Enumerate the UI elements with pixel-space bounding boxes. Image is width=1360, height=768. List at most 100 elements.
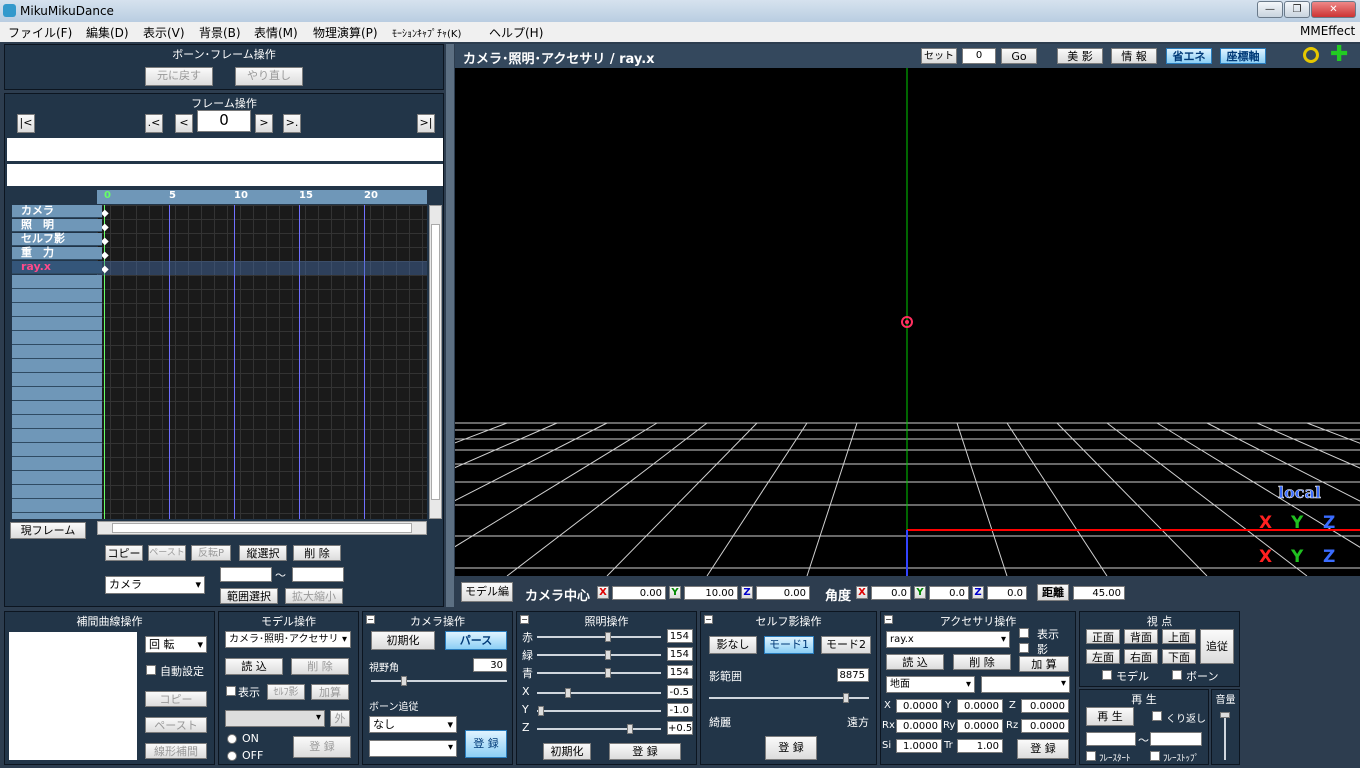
keyframe-markers[interactable]: ◆ ◆ ◆ ◆ ◆: [101, 207, 109, 277]
auto-set-checkbox[interactable]: [146, 665, 156, 675]
acc-rz-input[interactable]: 0.0000: [1021, 719, 1069, 733]
zoom-icon[interactable]: [1303, 47, 1319, 63]
light-x-slider-knob[interactable]: [565, 688, 571, 698]
light-x-slider[interactable]: [537, 688, 661, 698]
on-radio[interactable]: [227, 734, 237, 744]
vertical-scrollbar[interactable]: [429, 205, 442, 519]
vertical-select-button[interactable]: 縦選択: [239, 545, 287, 561]
model-register-button[interactable]: 登 録: [293, 736, 351, 758]
repeat-checkbox[interactable]: [1152, 711, 1162, 721]
model-load-button[interactable]: 読 込: [225, 658, 283, 675]
accessory-select[interactable]: ray.x: [886, 631, 1010, 648]
accessory-parent-select[interactable]: 地面: [886, 676, 975, 693]
angle-z-icon[interactable]: Z: [972, 586, 984, 599]
next-key-button[interactable]: >.: [283, 114, 301, 133]
additive-toggle[interactable]: 加算: [311, 684, 349, 700]
acc-x-input[interactable]: 0.0000: [896, 699, 942, 713]
target-select[interactable]: カメラ: [105, 576, 205, 594]
linear-interp-button[interactable]: 線形補間: [145, 743, 207, 759]
accessory-delete-button[interactable]: 削 除: [953, 654, 1011, 670]
fov-slider-knob[interactable]: [401, 676, 407, 686]
accessory-show-checkbox[interactable]: [1019, 628, 1029, 638]
axis-button[interactable]: 座標軸: [1220, 48, 1266, 64]
outer-parent-button[interactable]: 外: [330, 710, 350, 727]
go-button[interactable]: Go: [1001, 48, 1037, 64]
angle-x-icon[interactable]: X: [856, 586, 868, 599]
selfshadow-toggle[interactable]: ｾﾙﾌ影: [267, 684, 305, 700]
undo-button[interactable]: 元に戻す: [145, 67, 213, 86]
shadow-range-slider-knob[interactable]: [843, 693, 849, 703]
menu-view[interactable]: 表示(V): [143, 24, 185, 41]
view-right-button[interactable]: 右面: [1124, 649, 1158, 664]
eco-mode-button[interactable]: 省エネ: [1166, 48, 1212, 64]
interp-paste-button[interactable]: ペースト: [145, 717, 207, 733]
view-bottom-button[interactable]: 下面: [1162, 649, 1196, 664]
light-init-button[interactable]: 初期化: [543, 743, 591, 760]
light-z-input[interactable]: +0.5: [667, 721, 693, 735]
angle-y-input[interactable]: 0.0: [929, 586, 969, 600]
acc-y-input[interactable]: 0.0000: [957, 699, 1003, 713]
last-frame-button[interactable]: >|: [417, 114, 435, 133]
range-start-input[interactable]: [220, 567, 272, 582]
shadow-range-input[interactable]: 8875: [837, 668, 869, 682]
menu-background[interactable]: 背景(B): [199, 24, 241, 41]
accessory-bone-select[interactable]: [981, 676, 1070, 693]
menu-edit[interactable]: 編集(D): [86, 24, 129, 41]
model-select[interactable]: カメラ･照明･アクセサリ: [225, 631, 351, 648]
light-z-slider[interactable]: [537, 724, 661, 734]
light-y-slider[interactable]: [537, 706, 661, 716]
delete-button[interactable]: 削 除: [293, 545, 341, 561]
timeline-row-gravity[interactable]: 重 力: [12, 247, 102, 260]
shadow-none-button[interactable]: 影なし: [709, 636, 757, 654]
perspective-button[interactable]: パース: [445, 631, 507, 650]
center-y-input[interactable]: 10.00: [684, 586, 738, 600]
interp-curve-editor[interactable]: [9, 632, 137, 760]
model-delete-button[interactable]: 削 除: [291, 658, 349, 675]
timeline-row-light[interactable]: 照 明: [12, 219, 102, 232]
accessory-shadow-checkbox[interactable]: [1019, 643, 1029, 653]
light-y-input[interactable]: -1.0: [667, 703, 693, 717]
scroll-thumb[interactable]: [431, 224, 440, 500]
menu-file[interactable]: ファイル(F): [8, 24, 72, 41]
close-button[interactable]: ✕: [1311, 1, 1356, 18]
scale-button[interactable]: 拡大縮小: [285, 588, 343, 604]
timeline-row-camera[interactable]: カメラ: [12, 205, 102, 218]
blue-slider[interactable]: [537, 668, 661, 678]
frame-stop-checkbox[interactable]: [1150, 751, 1160, 761]
move-icon[interactable]: ✚: [1330, 44, 1350, 66]
acc-z-input[interactable]: 0.0000: [1021, 699, 1069, 713]
splitter[interactable]: [446, 44, 454, 607]
red-slider[interactable]: [537, 632, 661, 642]
light-register-button[interactable]: 登 録: [609, 743, 681, 760]
view-follow-button[interactable]: 追従: [1200, 629, 1234, 664]
center-x-input[interactable]: 0.00: [612, 586, 666, 600]
menu-physics[interactable]: 物理演算(P): [313, 24, 378, 41]
distance-button[interactable]: 距離: [1037, 584, 1069, 601]
horizontal-scrollbar[interactable]: [97, 521, 427, 535]
view-top-button[interactable]: 上面: [1162, 629, 1196, 644]
minimize-button[interactable]: —: [1257, 1, 1283, 18]
menu-mmeffect[interactable]: MMEffect: [1300, 24, 1355, 38]
green-input[interactable]: 154: [667, 647, 693, 661]
follow-bone-select[interactable]: [369, 740, 457, 757]
blue-input[interactable]: 154: [667, 665, 693, 679]
acc-scale-input[interactable]: 1.0000: [896, 739, 942, 753]
copy-button[interactable]: コピー: [105, 545, 143, 561]
volume-knob[interactable]: [1220, 712, 1230, 718]
timeline-row-accessory[interactable]: ray.x: [12, 261, 102, 274]
view-back-button[interactable]: 背面: [1124, 629, 1158, 644]
view-bone-checkbox[interactable]: [1172, 670, 1182, 680]
acc-transparency-input[interactable]: 1.00: [957, 739, 1003, 753]
goto-frame-input[interactable]: 0: [962, 48, 996, 64]
range-select-button[interactable]: 範囲選択: [220, 588, 278, 604]
interp-copy-button[interactable]: コピー: [145, 691, 207, 707]
model-show-checkbox[interactable]: [226, 686, 236, 696]
view-front-button[interactable]: 正面: [1086, 629, 1120, 644]
range-end-input[interactable]: [292, 567, 344, 582]
red-input[interactable]: 154: [667, 629, 693, 643]
play-end-input[interactable]: [1150, 732, 1202, 746]
prev-key-button[interactable]: .<: [145, 114, 163, 133]
fov-slider[interactable]: [371, 676, 507, 686]
info-button[interactable]: 情 報: [1111, 48, 1157, 64]
angle-z-input[interactable]: 0.0: [987, 586, 1027, 600]
